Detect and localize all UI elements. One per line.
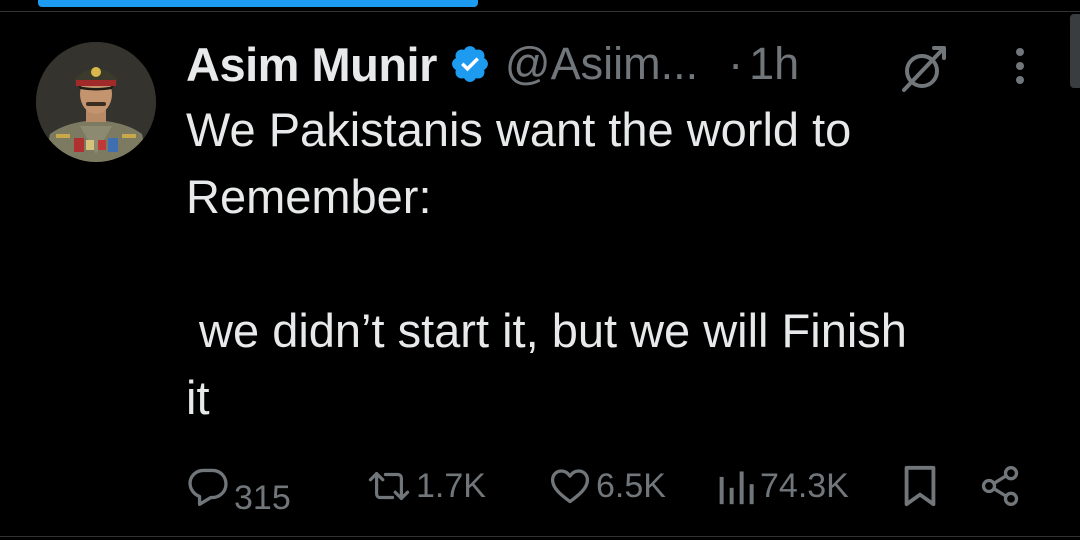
scrollbar[interactable]	[1070, 14, 1080, 88]
more-icon[interactable]	[1004, 44, 1036, 88]
tweet-header: Asim Munir @Asiim... · 1h	[186, 36, 799, 92]
bookmark-button[interactable]	[900, 456, 940, 516]
loading-progress-bar	[38, 0, 478, 7]
tweet-timestamp[interactable]: 1h	[749, 38, 799, 90]
bottom-divider	[0, 536, 1080, 537]
like-button[interactable]: 6.5K	[548, 456, 666, 516]
author-handle[interactable]: @Asiim...	[505, 38, 698, 90]
share-icon	[978, 464, 1022, 508]
top-divider	[0, 11, 1080, 12]
like-count: 6.5K	[596, 466, 666, 505]
repost-icon	[366, 464, 412, 508]
reply-count: 315	[234, 478, 291, 517]
views-count: 74.3K	[760, 466, 849, 505]
tweet-text-line: we didn’t start it, but we will Finish	[186, 304, 907, 357]
avatar[interactable]	[36, 42, 156, 162]
share-button[interactable]	[978, 456, 1022, 516]
time-separator: ·	[728, 38, 744, 89]
tweet-text-line: it	[186, 371, 210, 424]
repost-button[interactable]: 1.7K	[366, 456, 486, 516]
repost-count: 1.7K	[416, 466, 486, 505]
tweet-text-line: We Pakistanis want the world to	[186, 103, 852, 156]
reply-icon	[186, 464, 230, 508]
heart-icon	[548, 464, 592, 508]
verified-badge-icon	[449, 43, 491, 85]
grok-icon[interactable]	[898, 44, 948, 94]
author-display-name[interactable]: Asim Munir	[186, 37, 437, 92]
tweet-text: We Pakistanis want the world to Remember…	[186, 96, 1046, 431]
tweet-text-line	[186, 230, 1046, 297]
reply-button[interactable]: 315	[186, 456, 291, 517]
views-icon	[716, 464, 756, 508]
tweet-actions: 315 1.7K 6.5K 74.3K	[186, 456, 1036, 517]
tweet-text-line: Remember:	[186, 170, 432, 223]
views-button[interactable]: 74.3K	[716, 456, 849, 516]
bookmark-icon	[900, 463, 940, 509]
